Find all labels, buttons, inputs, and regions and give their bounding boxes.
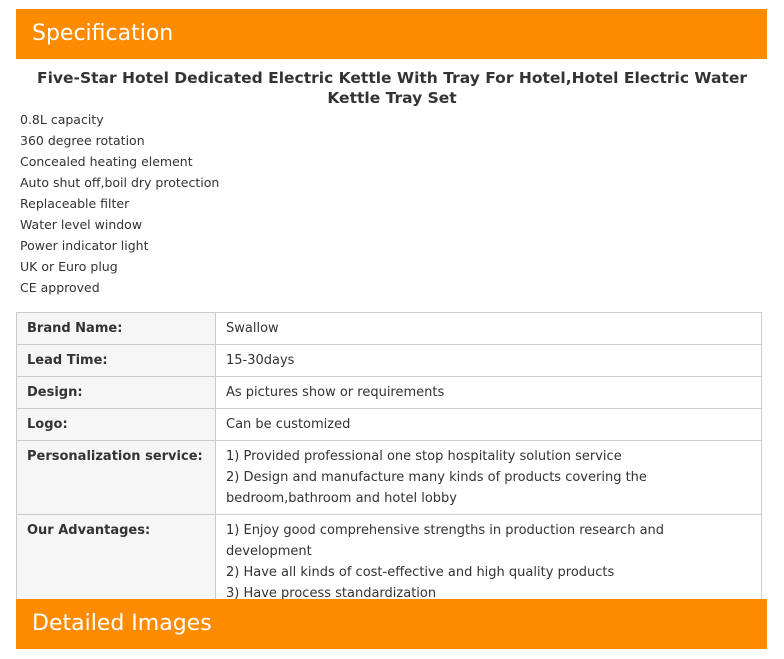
table-row: Personalization service: 1) Provided pro… [16,440,762,515]
table-row: Lead Time: 15-30days [16,344,762,377]
table-row: Logo: Can be customized [16,408,762,441]
feature-item: Replaceable filter [20,196,130,211]
specification-header: Specification [16,9,767,59]
cell-value: 1) Provided professional one stop hospit… [226,449,622,464]
design-value: As pictures show or requirements [215,376,762,409]
spec-table: Brand Name: Swallow Lead Time: 15-30days… [16,312,762,610]
detailed-images-header: Detailed Images [16,599,767,649]
feature-item: Concealed heating element [20,154,193,169]
table-row: Our Advantages: 1) Enjoy good comprehens… [16,514,762,610]
design-label: Design: [16,376,216,409]
product-title: Five-Star Hotel Dedicated Electric Kettl… [37,69,747,107]
cell-value: Swallow [226,321,279,336]
feature-item: Auto shut off,boil dry protection [20,175,220,190]
brand-name-value: Swallow [215,312,762,345]
cell-value: 15-30days [226,353,295,368]
lead-time-value: 15-30days [215,344,762,377]
feature-item: Power indicator light [20,238,149,253]
our-advantages-value: 1) Enjoy good comprehensive strengths in… [215,514,762,610]
feature-item: CE approved [20,280,100,295]
cell-value: 2) Have all kinds of cost-effective and … [226,565,615,580]
feature-list: 0.8L capacity 360 degree rotation Concea… [20,109,219,298]
logo-label: Logo: [16,408,216,441]
personalization-service-value: 1) Provided professional one stop hospit… [215,440,762,515]
cell-value: 2) Design and manufacture many kinds of … [226,470,647,506]
brand-name-label: Brand Name: [16,312,216,345]
feature-item: 0.8L capacity [20,112,104,127]
feature-item: 360 degree rotation [20,133,145,148]
cell-value: Can be customized [226,417,351,432]
cell-value: 1) Enjoy good comprehensive strengths in… [226,523,665,559]
our-advantages-label: Our Advantages: [16,514,216,610]
lead-time-label: Lead Time: [16,344,216,377]
table-row: Design: As pictures show or requirements [16,376,762,409]
table-row: Brand Name: Swallow [16,312,762,345]
feature-item: Water level window [20,217,143,232]
logo-value: Can be customized [215,408,762,441]
personalization-service-label: Personalization service: [16,440,216,515]
feature-item: UK or Euro plug [20,259,118,274]
cell-value: As pictures show or requirements [226,385,445,400]
